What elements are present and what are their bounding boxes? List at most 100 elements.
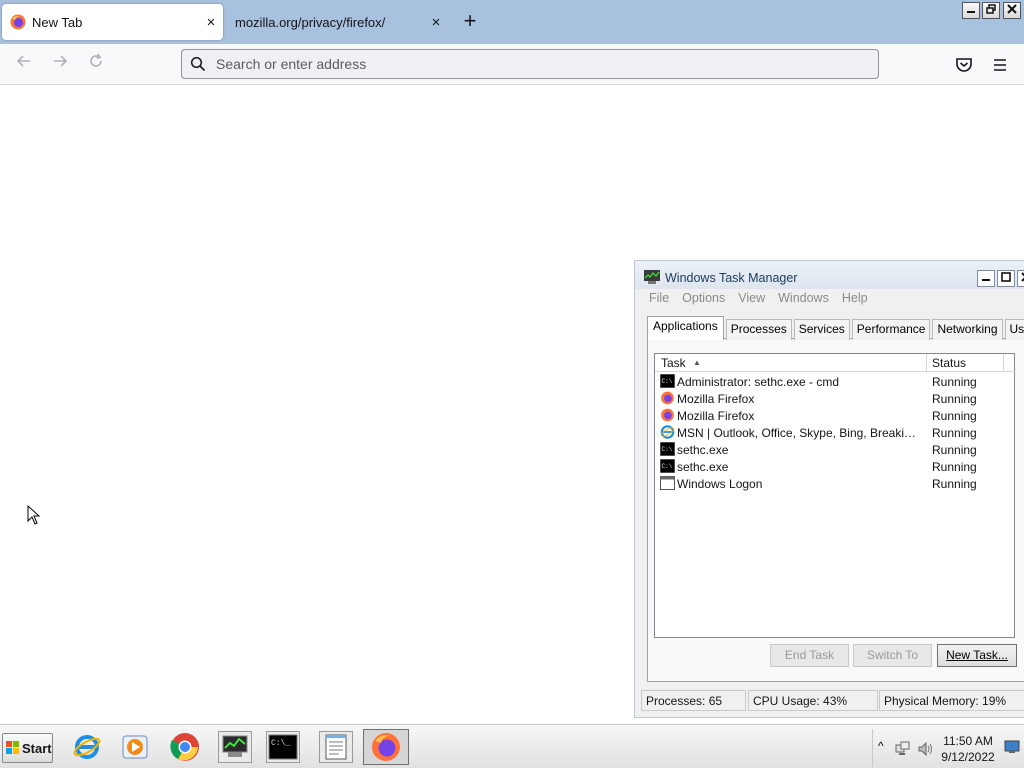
task-status: Running [932,392,977,406]
ie-icon [660,425,675,439]
taskbar-task-manager[interactable] [218,731,252,763]
tab-applications[interactable]: Applications [647,316,724,340]
tab-services[interactable]: Services [793,319,850,340]
menu-options[interactable]: Options [682,291,725,305]
minimize-icon [967,11,975,13]
menu-windows[interactable]: Windows [778,291,829,305]
menu-view[interactable]: View [738,291,765,305]
network-icon[interactable] [895,741,911,757]
taskbar: Start C:\_ ^ 11:50 AM 9/12/2022 [0,724,1024,768]
task-row[interactable]: Mozilla Firefox Running [655,407,1016,424]
taskbar-chrome[interactable] [168,731,202,763]
taskbar-media-player[interactable] [118,731,152,763]
tab-new-tab[interactable]: New Tab × [2,4,223,40]
task-name: Mozilla Firefox [677,409,755,423]
menu-file[interactable]: File [649,291,669,305]
taskbar-notepad[interactable] [319,731,353,763]
svg-text:C:\: C:\ [662,446,673,453]
task-name: sethc.exe [677,443,729,457]
windows-logo-icon [6,741,19,754]
forward-button[interactable] [48,53,72,77]
tm-minimize-button[interactable] [977,270,995,287]
start-button[interactable]: Start [2,733,53,763]
tm-maximize-button[interactable] [997,270,1015,287]
task-row[interactable]: MSN | Outlook, Office, Skype, Bing, Brea… [655,424,1016,441]
restore-icon [986,4,996,14]
task-row[interactable]: Mozilla Firefox Running [655,390,1016,407]
tab-title: New Tab [32,14,83,30]
cpu-usage: CPU Usage: 43% [748,690,878,711]
tab-users[interactable]: Users [1004,319,1024,340]
task-list: Task ▲ Status C:\ Administrator: sethc.e… [654,353,1016,638]
window-icon [660,476,675,490]
close-icon [1007,4,1017,14]
start-label: Start [22,740,52,756]
show-hidden-icons-icon[interactable]: ^ [878,739,884,753]
task-name: Administrator: sethc.exe - cmd [677,375,840,389]
minimize-button[interactable] [962,2,980,19]
task-manager-tabs: Applications Processes Services Performa… [647,316,1024,340]
column-divider[interactable] [926,354,927,372]
column-header-status[interactable]: Status [932,356,966,370]
cmd-icon: C:\ [660,442,675,456]
tab-processes[interactable]: Processes [725,319,792,340]
back-button[interactable] [12,53,36,77]
reload-button[interactable] [84,53,108,77]
task-name: sethc.exe [677,460,729,474]
task-row[interactable]: C:\ Administrator: sethc.exe - cmd Runni… [655,373,1016,390]
task-status: Running [932,426,977,440]
system-tray: ^ 11:50 AM 9/12/2022 [872,729,1024,767]
tab-networking[interactable]: Networking [932,319,1003,340]
close-window-button[interactable] [1003,2,1021,19]
end-task-button[interactable]: End Task [770,644,849,667]
new-tab-button[interactable]: + [459,10,481,34]
back-arrow-icon [16,55,30,67]
task-name: Mozilla Firefox [677,392,755,406]
physical-memory: Physical Memory: 19% [879,690,1024,711]
new-task-button[interactable]: New Task... [937,644,1017,667]
mouse-cursor-icon [27,505,41,525]
address-bar[interactable] [181,49,879,79]
column-divider[interactable] [1003,354,1004,372]
firefox-icon [661,408,674,422]
task-manager-titlebar[interactable]: Windows Task Manager [635,261,1024,289]
switch-to-button[interactable]: Switch To [853,644,932,667]
menu-button[interactable] [989,54,1011,76]
task-manager-window: Windows Task Manager File Options View W… [634,260,1024,718]
volume-icon[interactable] [917,741,933,757]
taskbar-firefox[interactable] [363,729,409,765]
taskbar-cmd[interactable]: C:\_ [266,731,300,763]
pocket-button[interactable] [953,54,975,76]
close-tab-icon[interactable]: × [424,14,448,31]
hamburger-menu-icon [994,59,1006,71]
notepad-icon [325,734,347,760]
sort-ascending-icon: ▲ [693,358,701,367]
show-desktop-icon[interactable] [1004,739,1020,755]
cmd-icon: C:\_ [268,734,298,760]
url-input[interactable] [216,56,836,72]
task-status: Running [932,375,977,389]
task-status: Running [932,477,977,491]
task-row[interactable]: C:\ sethc.exe Running [655,458,1016,475]
menu-help[interactable]: Help [842,291,868,305]
taskbar-ie[interactable] [70,731,104,763]
clock[interactable]: 11:50 AM 9/12/2022 [933,733,1003,765]
task-row[interactable]: C:\ sethc.exe Running [655,441,1016,458]
column-header-task[interactable]: Task [661,356,686,370]
task-status: Running [932,460,977,474]
cmd-icon: C:\ [660,459,675,473]
svg-text:C:\: C:\ [662,463,673,470]
tab-mozilla-privacy[interactable]: mozilla.org/privacy/firefox/ × [226,4,448,40]
task-row[interactable]: Windows Logon Running [655,475,1016,492]
tm-close-button[interactable] [1017,270,1024,287]
task-list-header: Task ▲ Status [655,354,1016,372]
restore-button[interactable] [982,2,1000,19]
close-tab-icon[interactable]: × [199,14,223,31]
tab-performance[interactable]: Performance [851,319,931,340]
clock-time: 11:50 AM [943,734,993,748]
task-status: Running [932,443,977,457]
task-manager-title: Windows Task Manager [665,271,798,285]
media-player-icon [122,735,148,759]
task-manager-statusbar: Processes: 65 CPU Usage: 43% Physical Me… [635,690,1024,712]
firefox-icon [661,391,674,405]
